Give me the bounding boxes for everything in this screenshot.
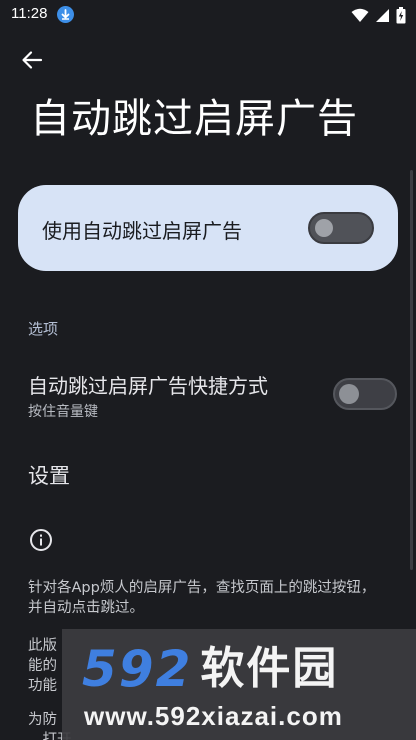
watermark-logo: 592 软件园: [82, 643, 338, 695]
screen: 11:28 自动跳过启屏广告 使用自动跳过启屏广告 选项 自动跳过启屏广告快捷方…: [0, 0, 416, 740]
status-time: 11:28: [11, 5, 48, 22]
status-bar: 11:28: [0, 0, 416, 30]
switch-thumb: [339, 384, 359, 404]
info-description: 针对各App烦人的启屏广告，查找页面上的跳过按钮，并自动点击跳过。: [28, 580, 376, 616]
section-header-options: 选项: [28, 320, 59, 338]
wifi-icon: [351, 8, 369, 22]
watermark-url: www.592xiazai.com: [84, 701, 343, 731]
switch-thumb: [315, 219, 333, 237]
shortcut-title: 自动跳过启屏广告快捷方式: [28, 374, 268, 398]
settings-item[interactable]: 设置: [28, 460, 70, 490]
main-toggle-card[interactable]: 使用自动跳过启屏广告: [18, 185, 398, 271]
main-toggle-switch[interactable]: [308, 212, 374, 244]
signal-icon: [376, 9, 389, 22]
main-toggle-label: 使用自动跳过启屏广告: [42, 219, 242, 243]
watermark-brand: 软件园: [200, 643, 339, 694]
watermark-overlay: 592 软件园 www.592xiazai.com: [62, 629, 416, 740]
status-icons: [351, 7, 406, 24]
watermark-number: 592: [82, 640, 193, 698]
battery-charging-icon: [396, 7, 406, 24]
scrollbar[interactable]: [410, 170, 413, 570]
arrow-back-icon: [22, 51, 43, 69]
page-title: 自动跳过启屏广告: [30, 96, 358, 142]
download-icon: [57, 6, 74, 23]
info-icon: [30, 529, 52, 551]
shortcut-summary: 按住音量键: [28, 404, 98, 420]
shortcut-toggle-switch[interactable]: [333, 378, 397, 410]
back-button[interactable]: [18, 46, 46, 74]
